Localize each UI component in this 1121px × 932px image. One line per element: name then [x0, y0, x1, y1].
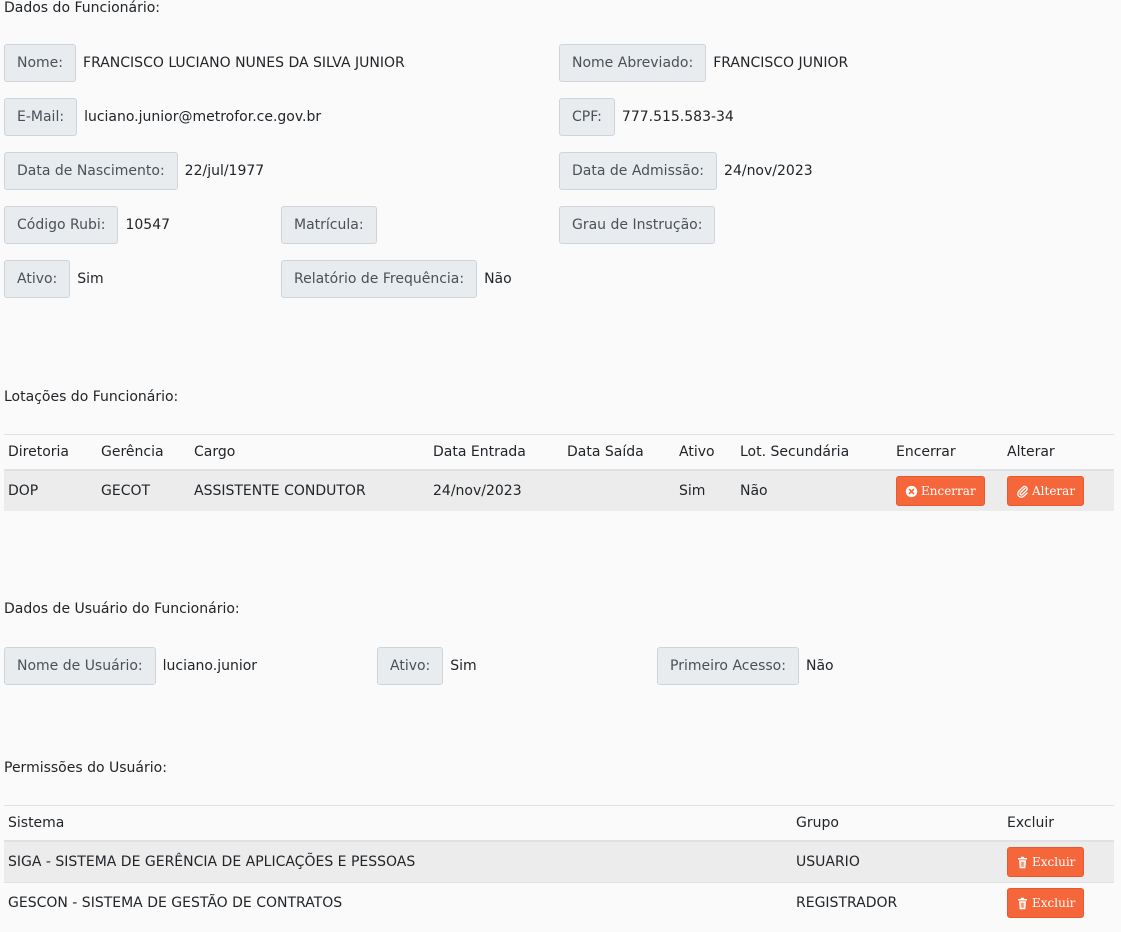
employee-section-title: Dados do Funcionário:	[4, 0, 161, 16]
trash-icon	[1016, 897, 1029, 910]
encerrar-button[interactable]: Encerrar	[896, 476, 985, 506]
nome-usuario-label: Nome de Usuário:	[4, 647, 156, 685]
col-data-entrada: Data Entrada	[429, 434, 563, 471]
email-label: E-Mail:	[4, 98, 78, 136]
cell-sistema: GESCON - SISTEMA DE GESTÃO DE CONTRATOS	[4, 882, 792, 923]
codigo-rubi-label: Código Rubi:	[4, 206, 119, 244]
encerrar-label: Encerrar	[921, 484, 976, 498]
ativo-value: Sim	[77, 271, 104, 287]
user-ativo-value: Sim	[450, 658, 477, 674]
user-section-title: Dados de Usuário do Funcionário:	[4, 601, 240, 617]
lotacoes-table: Diretoria Gerência Cargo Data Entrada Da…	[4, 434, 1114, 511]
field-nome-abreviado: Nome Abreviado: FRANCISCO JUNIOR	[559, 44, 848, 82]
cell-lot-secundaria: Não	[736, 469, 892, 511]
col-gerencia: Gerência	[97, 434, 190, 471]
permissions-table: Sistema Grupo Excluir SIGA - SISTEMA DE …	[4, 805, 1114, 923]
excluir-button[interactable]: Excluir	[1007, 888, 1085, 918]
primeiro-acesso-label: Primeiro Acesso:	[657, 647, 799, 685]
field-nome: Nome: FRANCISCO LUCIANO NUNES DA SILVA J…	[4, 44, 405, 82]
relatorio-label: Relatório de Frequência:	[281, 260, 478, 298]
primeiro-acesso-value: Não	[805, 658, 834, 674]
field-codigo-rubi: Código Rubi: 10547	[4, 206, 170, 244]
excluir-label: Excluir	[1032, 855, 1076, 869]
nome-usuario-value: luciano.junior	[162, 658, 258, 674]
col-cargo: Cargo	[190, 434, 429, 471]
nome-abreviado-value: FRANCISCO JUNIOR	[713, 55, 849, 71]
admissao-value: 24/nov/2023	[724, 163, 813, 179]
cell-cargo: ASSISTENTE CONDUTOR	[190, 469, 429, 511]
field-user-ativo: Ativo: Sim	[377, 647, 477, 685]
alterar-label: Alterar	[1032, 484, 1076, 498]
cell-alterar: Alterar	[1003, 469, 1114, 511]
field-relatorio: Relatório de Frequência: Não	[281, 260, 512, 298]
cell-grupo: USUARIO	[792, 840, 1003, 883]
lotacoes-header-row: Diretoria Gerência Cargo Data Entrada Da…	[4, 434, 1114, 471]
field-grau: Grau de Instrução:	[559, 206, 722, 244]
admissao-label: Data de Admissão:	[559, 152, 718, 190]
excluir-label: Excluir	[1032, 896, 1076, 910]
grau-label: Grau de Instrução:	[559, 206, 716, 244]
nascimento-value: 22/jul/1977	[184, 163, 265, 179]
email-value: luciano.junior@metrofor.ce.gov.br	[84, 109, 322, 125]
cell-data-saida	[563, 469, 675, 511]
trash-icon	[1016, 856, 1029, 869]
field-email: E-Mail: luciano.junior@metrofor.ce.gov.b…	[4, 98, 321, 136]
col-alterar: Alterar	[1003, 434, 1114, 471]
col-excluir: Excluir	[1003, 805, 1114, 842]
cell-grupo: REGISTRADOR	[792, 882, 1003, 923]
field-cpf: CPF: 777.515.583-34	[559, 98, 734, 136]
nome-value: FRANCISCO LUCIANO NUNES DA SILVA JUNIOR	[83, 55, 405, 71]
cell-ativo: Sim	[675, 469, 736, 511]
cpf-value: 777.515.583-34	[621, 109, 734, 125]
permissions-section-title: Permissões do Usuário:	[4, 760, 167, 776]
cpf-label: CPF:	[559, 98, 615, 136]
cell-sistema: SIGA - SISTEMA DE GERÊNCIA DE APLICAÇÕES…	[4, 840, 792, 883]
field-admissao: Data de Admissão: 24/nov/2023	[559, 152, 813, 190]
col-lot-secundaria: Lot. Secundária	[736, 434, 892, 471]
times-circle-icon	[905, 485, 918, 498]
field-nascimento: Data de Nascimento: 22/jul/1977	[4, 152, 264, 190]
table-row: SIGA - SISTEMA DE GERÊNCIA DE APLICAÇÕES…	[4, 840, 1114, 883]
col-sistema: Sistema	[4, 805, 792, 842]
nome-label: Nome:	[4, 44, 77, 82]
paperclip-icon	[1016, 485, 1029, 498]
alterar-button[interactable]: Alterar	[1007, 476, 1085, 506]
cell-data-entrada: 24/nov/2023	[429, 469, 563, 511]
user-ativo-label: Ativo:	[377, 647, 444, 685]
field-nome-usuario: Nome de Usuário: luciano.junior	[4, 647, 257, 685]
relatorio-value: Não	[484, 271, 512, 287]
table-row: GESCON - SISTEMA DE GESTÃO DE CONTRATOS …	[4, 882, 1114, 923]
cell-excluir: Excluir	[1003, 882, 1114, 923]
field-primeiro-acesso: Primeiro Acesso: Não	[657, 647, 834, 685]
cell-gerencia: GECOT	[97, 469, 190, 511]
cell-excluir: Excluir	[1003, 840, 1114, 883]
col-encerrar: Encerrar	[892, 434, 1003, 471]
ativo-label: Ativo:	[4, 260, 71, 298]
col-data-saida: Data Saída	[563, 434, 675, 471]
cell-encerrar: Encerrar	[892, 469, 1003, 511]
lotacoes-section-title: Lotações do Funcionário:	[4, 389, 179, 405]
col-diretoria: Diretoria	[4, 434, 97, 471]
matricula-label: Matrícula:	[281, 206, 377, 244]
col-grupo: Grupo	[792, 805, 1003, 842]
excluir-button[interactable]: Excluir	[1007, 847, 1085, 877]
nascimento-label: Data de Nascimento:	[4, 152, 178, 190]
permissions-header-row: Sistema Grupo Excluir	[4, 805, 1114, 842]
cell-diretoria: DOP	[4, 469, 97, 511]
col-ativo: Ativo	[675, 434, 736, 471]
codigo-rubi-value: 10547	[125, 217, 171, 233]
table-row: DOP GECOT ASSISTENTE CONDUTOR 24/nov/202…	[4, 469, 1114, 511]
field-ativo: Ativo: Sim	[4, 260, 104, 298]
nome-abreviado-label: Nome Abreviado:	[559, 44, 707, 82]
field-matricula: Matrícula:	[281, 206, 384, 244]
